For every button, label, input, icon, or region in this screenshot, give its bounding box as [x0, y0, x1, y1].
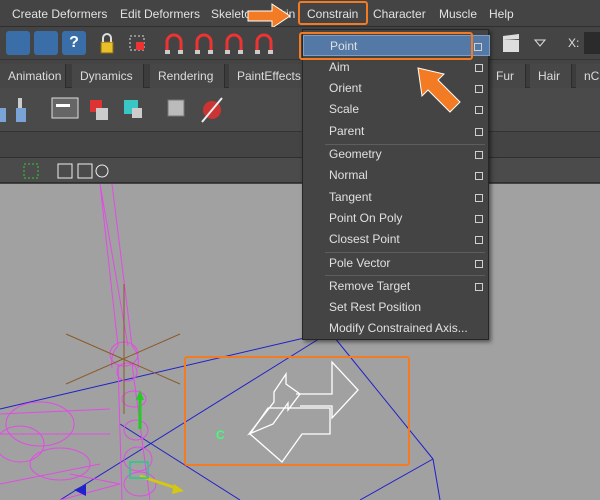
menu-character[interactable]: Character — [373, 5, 426, 23]
option-box-icon[interactable] — [475, 283, 483, 291]
point-arrow-icon — [417, 67, 461, 113]
option-box-icon[interactable] — [475, 151, 483, 159]
constrain-highlight-box — [298, 1, 368, 25]
shelf-tool-icons[interactable] — [0, 94, 240, 126]
tab-dynamics[interactable]: Dynamics — [72, 64, 144, 88]
tab-nc[interactable]: nC — [576, 64, 600, 88]
point-highlight-box — [299, 32, 473, 60]
tab-animation[interactable]: Animation — [0, 64, 66, 88]
option-box-icon[interactable] — [475, 236, 483, 244]
option-box-icon[interactable] — [475, 172, 483, 180]
menu-item-label: Aim — [329, 60, 350, 74]
menu-item-normal[interactable]: Normal — [303, 165, 490, 186]
panel-toolbar — [0, 157, 600, 183]
menu-item-tangent[interactable]: Tangent — [303, 187, 490, 208]
menu-item-label: Pole Vector — [329, 256, 391, 270]
menu-help[interactable]: Help — [489, 5, 514, 23]
symbol-highlight-box — [184, 356, 410, 466]
snap-magnet-icons[interactable] — [164, 32, 294, 56]
option-box-icon[interactable] — [475, 106, 483, 114]
menu-muscle[interactable]: Muscle — [439, 5, 477, 23]
menu-item-label: Scale — [329, 102, 360, 116]
option-box-icon[interactable] — [475, 85, 483, 93]
lock-icon[interactable] — [99, 33, 115, 55]
spacer — [0, 133, 600, 157]
option-box-icon[interactable] — [474, 43, 482, 51]
tab-rendering[interactable]: Rendering — [150, 64, 225, 88]
menu-item-label: Remove Target — [329, 279, 411, 293]
menu-item-remove-target[interactable]: Remove Target — [303, 276, 490, 297]
clapper-icon[interactable] — [502, 33, 520, 53]
menu-item-label: Closest Point — [329, 232, 400, 246]
menu-item-label: Orient — [329, 81, 362, 95]
shelf-tabs: Animation Dynamics Rendering PaintEffect… — [0, 64, 600, 88]
option-box-icon[interactable] — [475, 194, 483, 202]
panel-icons[interactable] — [4, 161, 114, 181]
tab-fur[interactable]: Fur — [488, 64, 526, 88]
pointer-arrow-icon — [247, 3, 291, 29]
x-field-input[interactable] — [584, 32, 600, 54]
x-field-label: X: — [568, 36, 580, 50]
menu-item-set-rest-position[interactable]: Set Rest Position — [303, 297, 490, 318]
menu-item-geometry[interactable]: Geometry — [303, 144, 490, 165]
option-box-icon[interactable] — [475, 260, 483, 268]
menu-item-point-on-poly[interactable]: Point On Poly — [303, 208, 490, 229]
menu-create-deformers[interactable]: Create Deformers — [12, 5, 107, 23]
menu-item-pole-vector[interactable]: Pole Vector — [303, 253, 490, 274]
menu-item-label: Modify Constrained Axis... — [329, 321, 468, 335]
snap-icon[interactable] — [34, 31, 58, 55]
menu-item-modify-constrained-axis[interactable]: Modify Constrained Axis... — [303, 318, 490, 339]
menu-item-label: Parent — [329, 124, 365, 138]
menu-item-label: Normal — [329, 168, 368, 182]
select-tool-icon[interactable] — [6, 31, 30, 55]
option-box-icon[interactable] — [475, 128, 483, 136]
tab-painteffects[interactable]: PaintEffects — [229, 64, 309, 88]
menu-item-closest-point[interactable]: Closest Point — [303, 229, 490, 250]
question-icon[interactable]: ? — [62, 31, 86, 55]
chevron-down-icon[interactable] — [534, 37, 546, 49]
menu-item-label: Tangent — [329, 190, 372, 204]
option-box-icon[interactable] — [475, 215, 483, 223]
menu-item-parent[interactable]: Parent — [303, 121, 490, 142]
menu-item-label: Geometry — [329, 147, 382, 161]
menu-edit-deformers[interactable]: Edit Deformers — [120, 5, 200, 23]
shelf-icons — [0, 88, 600, 132]
viewport[interactable]: C — [0, 184, 600, 500]
select-by-icon[interactable] — [127, 33, 149, 55]
option-box-icon[interactable] — [475, 64, 483, 72]
menu-item-label: Point On Poly — [329, 211, 403, 225]
tab-hair[interactable]: Hair — [530, 64, 572, 88]
menu-item-label: Set Rest Position — [329, 300, 422, 314]
